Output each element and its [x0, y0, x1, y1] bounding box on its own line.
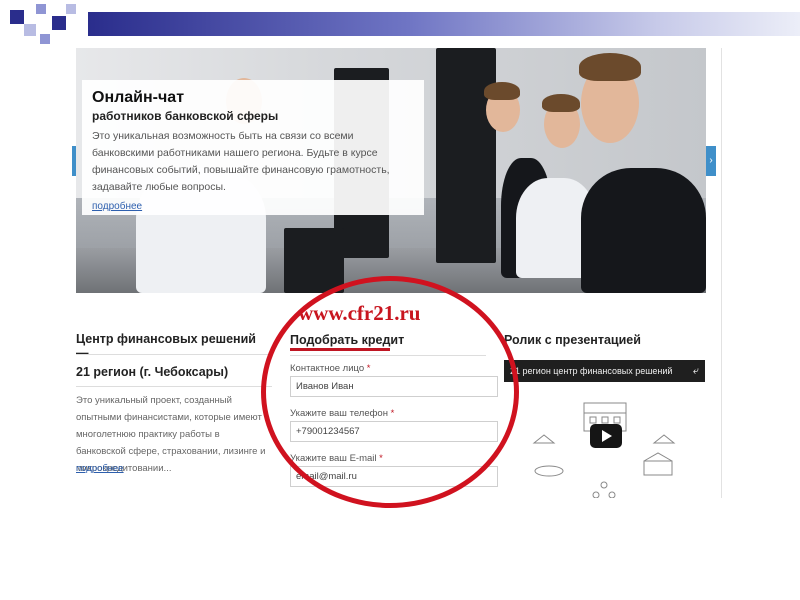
email-field-label: Укажите ваш E-mail * — [290, 453, 383, 464]
video-title-bar: 21 регион центр финансовых решений ⤶ — [504, 360, 705, 382]
play-button[interactable] — [590, 424, 622, 448]
decor-square — [24, 24, 36, 36]
banner-next-button[interactable]: › — [706, 146, 716, 176]
video-title: 21 регион центр финансовых решений — [510, 366, 673, 376]
email-input[interactable] — [290, 466, 498, 487]
center-more-link[interactable]: подробнее — [76, 463, 124, 474]
credit-form-title: Подобрать кредит — [290, 333, 405, 347]
decor-square — [40, 34, 50, 44]
slide-header-bar — [88, 12, 800, 36]
banner-photo-person — [581, 168, 706, 293]
video-section-title: Ролик с презентацией — [504, 333, 641, 347]
play-icon — [602, 430, 612, 442]
website-screenshot: Онлайн-чат работников банковской сферы Э… — [72, 48, 722, 498]
share-icon[interactable]: ⤶ — [693, 360, 699, 382]
divider — [76, 386, 272, 387]
banner-photo-monitor — [284, 228, 344, 293]
banner-photo-person — [542, 94, 580, 112]
decor-square — [52, 16, 66, 30]
banner-photo-monitor — [436, 48, 496, 263]
online-chat-more-link[interactable]: подробнее — [92, 201, 142, 212]
center-region: 21 регион (г. Чебоксары) — [76, 365, 229, 379]
divider — [76, 354, 272, 355]
divider — [290, 355, 486, 356]
banner-prev-button[interactable] — [72, 146, 76, 176]
online-chat-title: Онлайн-чат — [92, 89, 185, 106]
site-url-annotation: www.cfr21.ru — [298, 301, 421, 325]
hero-banner: Онлайн-чат работников банковской сферы Э… — [76, 48, 706, 293]
decor-square — [66, 4, 76, 14]
phone-input[interactable] — [290, 421, 498, 442]
phone-field-label: Укажите ваш телефон * — [290, 408, 395, 419]
contact-field-label: Контактное лицо * — [290, 363, 371, 374]
online-chat-card: Онлайн-чат работников банковской сферы Э… — [82, 80, 424, 215]
online-chat-subtitle: работников банковской сферы — [92, 109, 279, 123]
online-chat-description: Это уникальная возможность быть на связи… — [92, 130, 390, 193]
banner-photo-person — [484, 82, 520, 100]
contact-name-input[interactable] — [290, 376, 498, 397]
credit-form-title-underline — [290, 348, 390, 351]
banner-photo-person — [579, 53, 641, 81]
decor-square — [36, 4, 46, 14]
decor-square — [10, 10, 24, 24]
video-player[interactable]: 21 регион центр финансовых решений ⤶ — [504, 360, 705, 498]
center-title: Центр финансовых решений — — [76, 332, 256, 360]
